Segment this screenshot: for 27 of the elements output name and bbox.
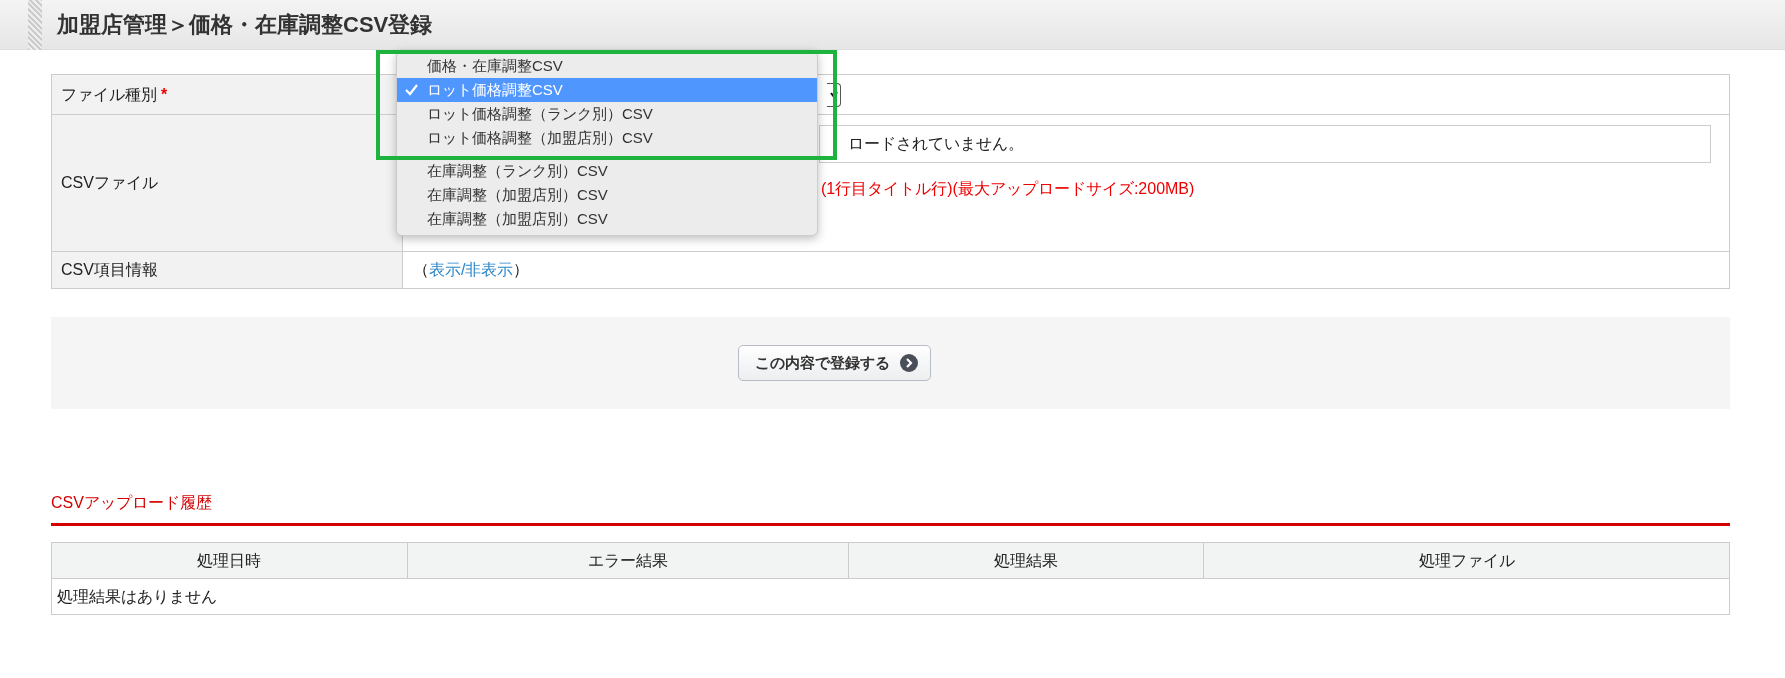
section-title: CSVアップロード履歴 (51, 491, 1730, 526)
submit-button[interactable]: この内容で登録する (738, 344, 931, 382)
upload-note: (1行目タイトル行)(最大アップロードサイズ:200MB) (821, 179, 1196, 199)
dropdown-option[interactable]: 価格・在庫調整CSV (397, 54, 817, 78)
dropdown-option[interactable]: ロット価格調整（ランク別）CSV (397, 102, 817, 126)
dropdown-option[interactable]: 在庫調整（加盟店別）CSV (397, 207, 817, 231)
column-header: 処理日時 (51, 542, 408, 579)
header-stripe (28, 0, 42, 50)
page-title: 加盟店管理＞価格・在庫調整CSV登録 (57, 11, 433, 39)
label-text: CSV項目情報 (61, 260, 158, 280)
label-text: ファイル種別 (61, 84, 157, 105)
required-mark: * (161, 84, 168, 105)
info-text: （表示/非表示） (413, 260, 531, 280)
column-header: エラー結果 (407, 542, 848, 579)
arrow-circle-icon (900, 354, 918, 372)
column-header: 処理ファイル (1203, 542, 1730, 579)
column-header: 処理結果 (848, 542, 1204, 579)
label-text: CSVファイル (61, 173, 158, 193)
check-icon (405, 84, 418, 96)
field-value: ロードされていません。 (848, 134, 1024, 154)
dropdown-option[interactable]: 在庫調整（ランク別）CSV (397, 159, 817, 183)
dropdown-option[interactable]: 在庫調整（加盟店別）CSV (397, 183, 817, 207)
text-field[interactable]: ロードされていません。 (819, 125, 1711, 163)
toggle-link[interactable]: 表示/非表示 (429, 261, 514, 278)
chevron-icon (829, 90, 838, 99)
empty-message: 処理結果はありません (51, 578, 1730, 615)
dropdown-option[interactable]: ロット価格調整（加盟店別）CSV (397, 126, 817, 150)
